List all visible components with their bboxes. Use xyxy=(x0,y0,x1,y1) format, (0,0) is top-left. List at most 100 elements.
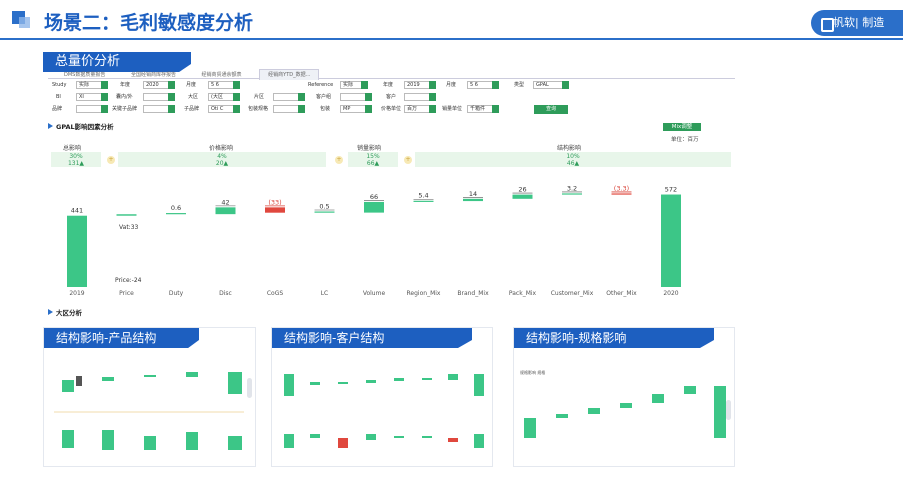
filter-label: Study xyxy=(52,82,67,88)
filter-label: 子品牌 xyxy=(184,106,200,112)
scrollbar[interactable] xyxy=(247,378,252,398)
waterfall-category-label: LC xyxy=(321,290,329,297)
waterfall-category-label: Volume xyxy=(363,290,386,297)
waterfall-bar xyxy=(661,194,681,287)
filter-label: Reference xyxy=(308,82,334,88)
waterfall-bar xyxy=(314,211,335,213)
scrollbar[interactable] xyxy=(726,400,731,420)
mix-adjust-button[interactable]: Mix调整 xyxy=(663,123,701,131)
filter-label: 客户 xyxy=(386,94,397,100)
waterfall-category-label: 2019 xyxy=(69,290,84,297)
filter-label: 囊内/外 xyxy=(116,94,133,100)
month-select[interactable]: 5 6 xyxy=(208,81,240,89)
waterfall-value-label: 3.2 xyxy=(567,184,577,192)
summary-label-price: 价格影响 xyxy=(209,145,234,152)
brand-badge: 帆软| 制造 xyxy=(811,10,903,36)
waterfall-value-label: 26 xyxy=(518,186,526,194)
filter-label: 包装规格 xyxy=(248,106,269,112)
filter-label: BI xyxy=(56,94,61,100)
summary-box-price: 4% 20▲ xyxy=(118,152,326,167)
customer-group-select[interactable] xyxy=(340,93,372,101)
filter-row-3: 品牌 关键子品牌 子品牌 Oti C 包装规格 包装 MP 价格单位 百万 销量… xyxy=(48,105,735,115)
year-select[interactable]: 2020 xyxy=(143,81,175,89)
waterfall-value-label: (3.3) xyxy=(614,184,629,192)
price-label: Price:-24 xyxy=(115,277,142,284)
filter-label: 年度 xyxy=(383,82,394,88)
waterfall-category-label: Duty xyxy=(169,290,184,297)
waterfall-category-label: Brand_Mix xyxy=(457,290,489,297)
summary-label-volume: 销量影响 xyxy=(357,145,382,152)
query-button[interactable]: 查询 xyxy=(534,105,568,114)
pack-spec-select[interactable] xyxy=(273,105,305,113)
subpanel-spec-impact: 结构影响-规格影响 规格影响 规格 xyxy=(513,327,735,467)
waterfall-bar xyxy=(562,193,582,195)
mini-chart-customer xyxy=(284,374,484,448)
report-tabs: DMS数据质量报告 全国经销商库存报告 经销商贸通余额表 经销商YTD_数据..… xyxy=(48,69,735,80)
subpanel-title: 结构影响-规格影响 xyxy=(514,328,714,348)
filter-label: 关键子品牌 xyxy=(112,106,138,112)
ref-month-select[interactable]: 5 6 xyxy=(467,81,499,89)
waterfall-category-label: Customer_Mix xyxy=(551,290,594,297)
slide-header: 场景二：毛利敏感度分析 帆软| 制造 xyxy=(0,0,903,40)
waterfall-bar xyxy=(67,215,87,287)
waterfall-bar xyxy=(364,201,384,213)
filter-label: 包装 xyxy=(320,106,331,112)
summary-box-volume: 15% 66▲ xyxy=(348,152,398,167)
summary-box-structure: 10% 46▲ xyxy=(415,152,731,167)
filter-label: 销量单位 xyxy=(442,106,463,112)
mini-chart-spec xyxy=(524,386,726,438)
area-select[interactable] xyxy=(273,93,305,101)
region-select[interactable]: (大区 xyxy=(208,93,240,101)
filter-bar: Study 实际 年度 2020 月度 5 6 Reference 实际 年度 … xyxy=(48,81,735,117)
subbrand-select[interactable]: Oti C xyxy=(208,105,240,113)
waterfall-value-label: 66 xyxy=(370,193,378,201)
filter-label: 片区 xyxy=(254,94,265,100)
summary-label-total: 总影响 xyxy=(63,145,82,152)
study-select[interactable]: 实际 xyxy=(76,81,108,89)
tab-balance[interactable]: 经销商贸通余额表 xyxy=(194,70,250,80)
waterfall-category-label: Region_Mix xyxy=(407,290,441,297)
waterfall-bar xyxy=(215,207,236,215)
waterfall-value-label: 42 xyxy=(221,198,229,206)
subpanel-product-structure: 结构影响-产品结构 xyxy=(43,327,256,467)
customer-select[interactable] xyxy=(404,93,436,101)
tab-inventory[interactable]: 全国经销商库存报告 xyxy=(123,70,184,80)
vat-label: Vat:33 xyxy=(119,224,139,231)
bi-select[interactable]: XI xyxy=(76,93,108,101)
subpanel-title: 结构影响-客户结构 xyxy=(272,328,472,348)
volume-unit-select[interactable]: 千箱件 xyxy=(467,105,499,113)
summary-box-total: 30% 131▲ xyxy=(51,152,101,167)
pack-select[interactable]: MP xyxy=(340,105,372,113)
waterfall-value-label: 572 xyxy=(665,186,677,194)
type-select[interactable]: GPAL xyxy=(533,81,569,89)
filter-label: 价格单位 xyxy=(381,106,402,112)
tab-ytd[interactable]: 经销商YTD_数据... xyxy=(259,69,320,80)
mini-chart-product xyxy=(54,372,244,450)
filter-label: 月度 xyxy=(186,82,197,88)
brand-select[interactable] xyxy=(76,105,108,113)
slide-title: 场景二：毛利敏感度分析 xyxy=(44,12,254,34)
waterfall-category-label: Other_Mix xyxy=(606,290,637,297)
ref-year-select[interactable]: 2019 xyxy=(404,81,436,89)
section-region: 大区分析 xyxy=(48,307,735,317)
waterfall-value-label: 0.6 xyxy=(171,204,181,212)
subpanel-title: 结构影响-产品结构 xyxy=(44,328,199,348)
inner-outer-select[interactable] xyxy=(143,93,175,101)
filter-row-2: BI XI 囊内/外 大区 (大区 片区 客户组 客户 xyxy=(48,93,735,103)
waterfall-category-label: CoGS xyxy=(267,290,284,297)
main-panel: 总量价分析 DMS数据质量报告 全国经销商库存报告 经销商贸通余额表 经销商YT… xyxy=(43,52,735,320)
waterfall-bar xyxy=(413,200,434,202)
price-unit-select[interactable]: 百万 xyxy=(404,105,436,113)
filter-label: 品牌 xyxy=(52,106,63,112)
key-subbrand-select[interactable] xyxy=(143,105,175,113)
waterfall-bar xyxy=(611,193,632,195)
waterfall-category-label: Pack_Mix xyxy=(509,290,537,297)
waterfall-value-label: 14 xyxy=(469,190,477,198)
tab-dms-quality[interactable]: DMS数据质量报告 xyxy=(56,70,113,80)
subpanel-customer-structure: 结构影响-客户结构 xyxy=(271,327,493,467)
waterfall-category-label: Price xyxy=(119,290,134,297)
filter-label: 类型 xyxy=(514,82,525,88)
reference-select[interactable]: 实际 xyxy=(340,81,368,89)
waterfall-category-label: Disc xyxy=(219,290,232,297)
filter-label: 客户组 xyxy=(316,94,332,100)
